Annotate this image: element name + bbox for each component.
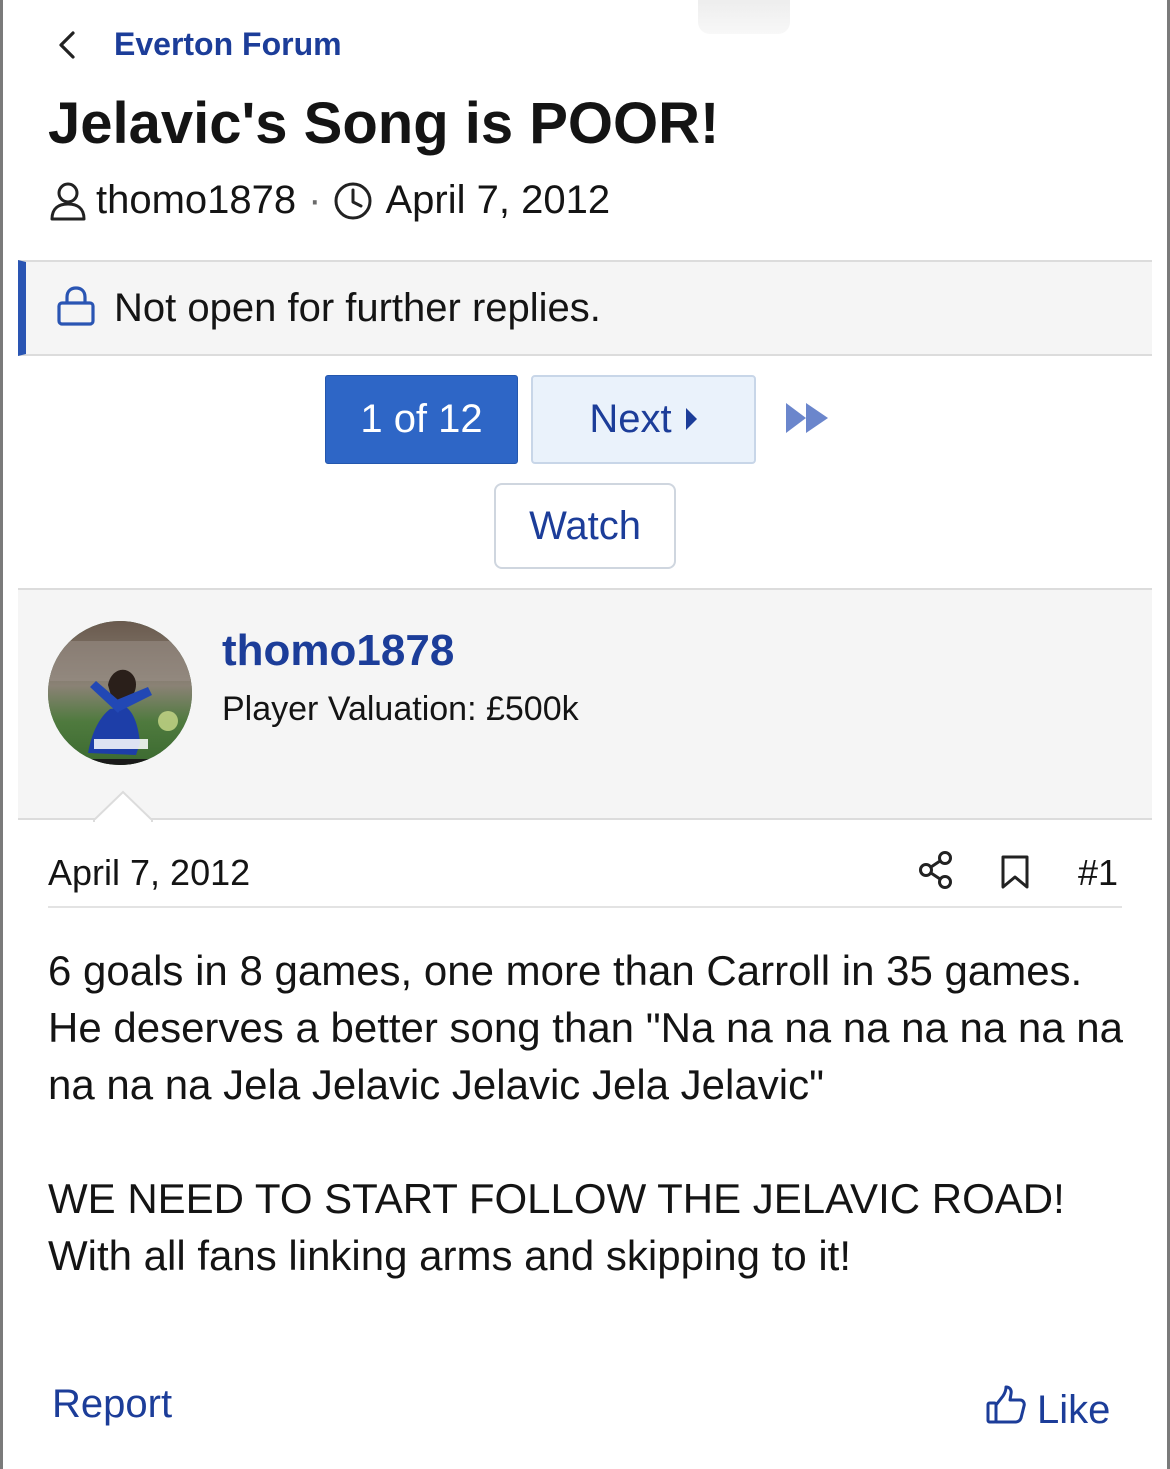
clock-icon [333,181,373,221]
post-paragraph: WE NEED TO START FOLLOW THE JELAVIC ROAD… [48,1175,1065,1279]
thumbs-up-icon [985,1384,1027,1436]
post-user-block: thomo1878 Player Valuation: £500k [18,588,1152,822]
post-header: April 7, 2012 #1 [48,850,1122,908]
post-paragraph: 6 goals in 8 games, one more than Carrol… [48,947,1123,1108]
thread-date[interactable]: April 7, 2012 [385,178,610,223]
thread-author[interactable]: thomo1878 [96,178,296,223]
bookmark-icon[interactable] [1000,854,1030,895]
lock-icon [56,285,96,332]
last-page-button[interactable] [784,401,830,440]
avatar[interactable] [48,621,192,765]
post-number[interactable]: #1 [1078,852,1118,894]
report-link[interactable]: Report [52,1382,172,1427]
post-author-name[interactable]: thomo1878 [222,626,454,676]
like-label: Like [1037,1387,1111,1432]
post-date[interactable]: April 7, 2012 [48,852,250,894]
next-page-label: Next [589,397,672,441]
breadcrumb-forum-link[interactable]: Everton Forum [114,26,342,63]
caret-right-icon [684,397,698,442]
chevron-left-icon[interactable] [56,28,78,62]
pagination: 1 of 12 Next [0,375,1170,465]
meta-separator: · [308,178,322,222]
like-button[interactable]: Like [985,1384,1110,1436]
locked-notice-text: Not open for further replies. [114,285,601,330]
double-chevron-right-icon [784,403,830,439]
thread-title: Jelavic's Song is POOR! [48,91,720,156]
page-current-button[interactable]: 1 of 12 [325,375,518,464]
top-edge-shadow [698,0,790,34]
breadcrumb[interactable]: Everton Forum [56,26,342,63]
thread-meta: thomo1878 · April 7, 2012 [48,178,610,223]
watch-button[interactable]: Watch [494,483,676,569]
user-icon [48,180,88,222]
share-icon[interactable] [918,850,954,895]
locked-notice: Not open for further replies. [18,260,1152,356]
next-page-button[interactable]: Next [531,375,756,464]
post-author-title: Player Valuation: £500k [222,690,579,728]
post-body: 6 goals in 8 games, one more than Carrol… [48,942,1128,1284]
